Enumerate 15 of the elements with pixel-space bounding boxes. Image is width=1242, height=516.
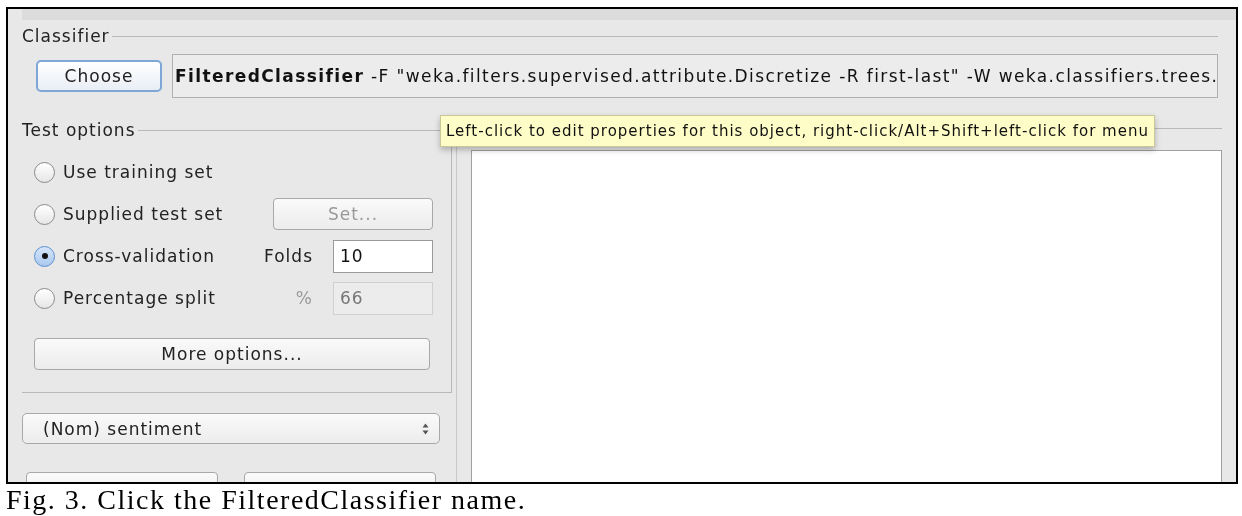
- section-legend: Classifier: [22, 26, 110, 46]
- option-label: Supplied test set: [63, 204, 224, 224]
- option-label: Percentage split: [63, 288, 216, 308]
- class-dropdown[interactable]: (Nom) sentiment: [22, 413, 440, 444]
- field-label: Folds: [264, 246, 313, 266]
- more-options-button[interactable]: More options...: [34, 338, 430, 370]
- input-field[interactable]: 10: [333, 239, 433, 273]
- figure-caption: Fig. 3. Click the FilteredClassifier name.: [6, 484, 528, 516]
- option-label: Use training set: [63, 162, 214, 182]
- option-label: Cross-validation: [63, 246, 215, 266]
- tooltip: Left-click to edit properties for this object, right-click/Alt+Shift+left-click for menu: [440, 115, 1155, 147]
- classifier-command-field[interactable]: FilteredClassifier -F "weka.filters.supervised.attribute.Discretize -R first-last" -W weka.classifiers.trees.: [172, 54, 1218, 98]
- section-legend: Test options: [22, 120, 136, 140]
- choose-button[interactable]: Choose: [36, 60, 162, 92]
- field-label: %: [295, 288, 313, 308]
